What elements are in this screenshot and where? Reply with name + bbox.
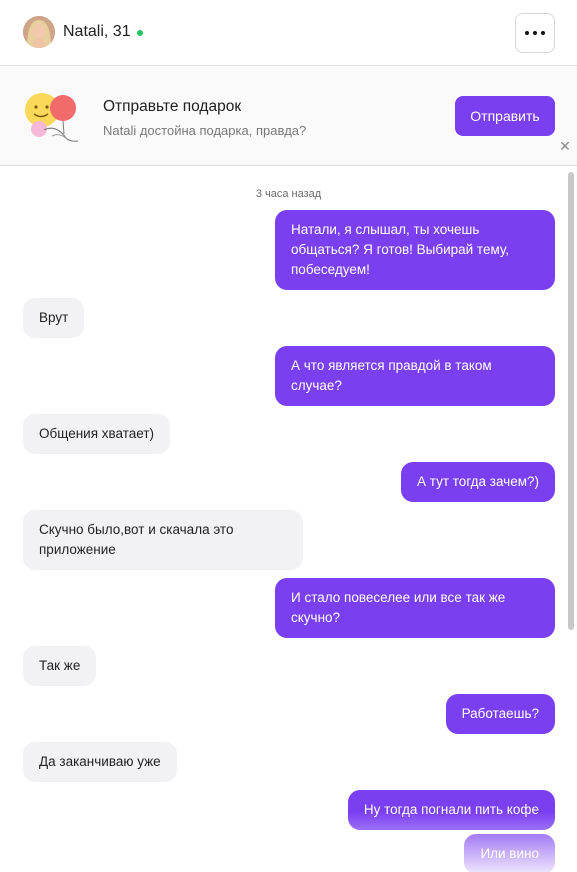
send-gift-button[interactable]: Отправить bbox=[455, 96, 555, 136]
outgoing-message: Или вино bbox=[464, 834, 555, 872]
more-dots-icon bbox=[533, 31, 537, 35]
gift-subtitle: Natali достойна подарка, правда? bbox=[103, 123, 307, 138]
outgoing-message: А что является правдой в таком случае? bbox=[275, 346, 555, 406]
close-icon[interactable]: ✕ bbox=[558, 139, 572, 153]
gift-illustration-icon bbox=[22, 86, 84, 146]
gift-title: Отправьте подарок bbox=[103, 98, 242, 115]
avatar[interactable] bbox=[23, 16, 55, 48]
incoming-message: Общения хватает) bbox=[23, 414, 171, 454]
more-options-button[interactable] bbox=[515, 13, 555, 53]
user-name[interactable]: Natali, 31 bbox=[63, 23, 131, 41]
more-dots-icon bbox=[541, 31, 545, 35]
online-status-dot bbox=[137, 30, 143, 36]
message-timestamp: 3 часа назад bbox=[255, 188, 322, 200]
incoming-message: Так же bbox=[23, 646, 97, 686]
outgoing-message: Ну тогда погнали пить кофе bbox=[347, 790, 555, 830]
more-dots-icon bbox=[525, 31, 529, 35]
chat-scrollbar[interactable] bbox=[568, 172, 574, 630]
outgoing-message: А тут тогда зачем?) bbox=[401, 462, 555, 502]
incoming-message: Да заканчиваю уже bbox=[23, 742, 177, 782]
gift-banner: Отправьте подарок Natali достойна подарк… bbox=[0, 66, 577, 166]
outgoing-message: Работаешь? bbox=[445, 694, 555, 734]
incoming-message: Врут bbox=[23, 298, 85, 338]
chat-header: Natali, 31 bbox=[0, 0, 577, 66]
incoming-message: Скучно было,вот и скачала это приложение bbox=[23, 510, 303, 570]
outgoing-message: И стало повеселее или все так же скучно? bbox=[275, 578, 555, 638]
outgoing-message: Натали, я слышал, ты хочешь общаться? Я … bbox=[275, 210, 555, 290]
